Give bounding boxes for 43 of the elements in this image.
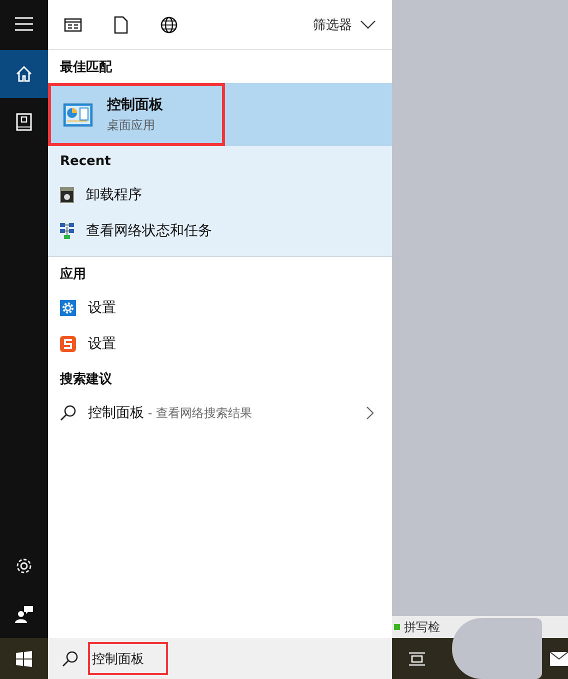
notebook-icon (16, 113, 32, 131)
disk-box-icon (60, 187, 74, 203)
chevron-down-icon (360, 20, 376, 29)
windows-logo-icon (16, 650, 32, 666)
section-heading: 最佳匹配 (59, 58, 114, 76)
document-list-icon[interactable] (64, 16, 82, 34)
settings-icon (15, 557, 33, 575)
gear-icon (60, 300, 76, 316)
menu-icon (15, 17, 33, 31)
filter-dropdown[interactable]: 筛选器 (313, 16, 376, 34)
chevron-right-icon (366, 406, 374, 420)
item-label: 查看网络状态和任务 (86, 222, 212, 240)
section-heading: 搜索建议 (58, 370, 113, 388)
status-text: 拼写检 (404, 618, 440, 636)
home-nav-button[interactable] (0, 50, 48, 98)
result-subtitle: 桌面应用 (107, 116, 156, 134)
search-icon (62, 650, 78, 666)
section-heading: Recent (59, 153, 112, 171)
result-title: 控制面板 (107, 96, 163, 114)
recent-item[interactable]: 查看网络状态和任务 (48, 213, 392, 249)
suggestion-query: 控制面板 (88, 404, 144, 422)
file-icon[interactable] (112, 16, 130, 34)
suggestion-hint: - 查看网络搜索结果 (146, 404, 252, 422)
app-item[interactable]: 设置 (48, 326, 392, 362)
item-label: 卸载程序 (86, 186, 142, 204)
section-heading: 应用 (58, 266, 87, 284)
home-icon (15, 65, 33, 83)
search-icon (60, 405, 76, 421)
task-view-icon[interactable] (408, 650, 426, 666)
start-button[interactable] (0, 638, 48, 679)
suggestion-item[interactable]: 控制面板 - 查看网络搜索结果 (48, 395, 392, 431)
app-item[interactable]: 设置 (48, 290, 392, 326)
search-field[interactable]: 控制面板 (88, 642, 168, 675)
person-speech-icon (15, 605, 33, 623)
s-logo-icon (60, 336, 76, 352)
status-square-icon (394, 624, 400, 630)
network-icon (60, 223, 74, 239)
recent-item[interactable]: 卸载程序 (48, 177, 392, 213)
globe-icon[interactable] (160, 16, 178, 34)
control-panel-icon (63, 102, 93, 126)
mail-icon[interactable] (550, 652, 568, 666)
item-label: 设置 (88, 299, 116, 317)
item-label: 设置 (88, 335, 116, 353)
